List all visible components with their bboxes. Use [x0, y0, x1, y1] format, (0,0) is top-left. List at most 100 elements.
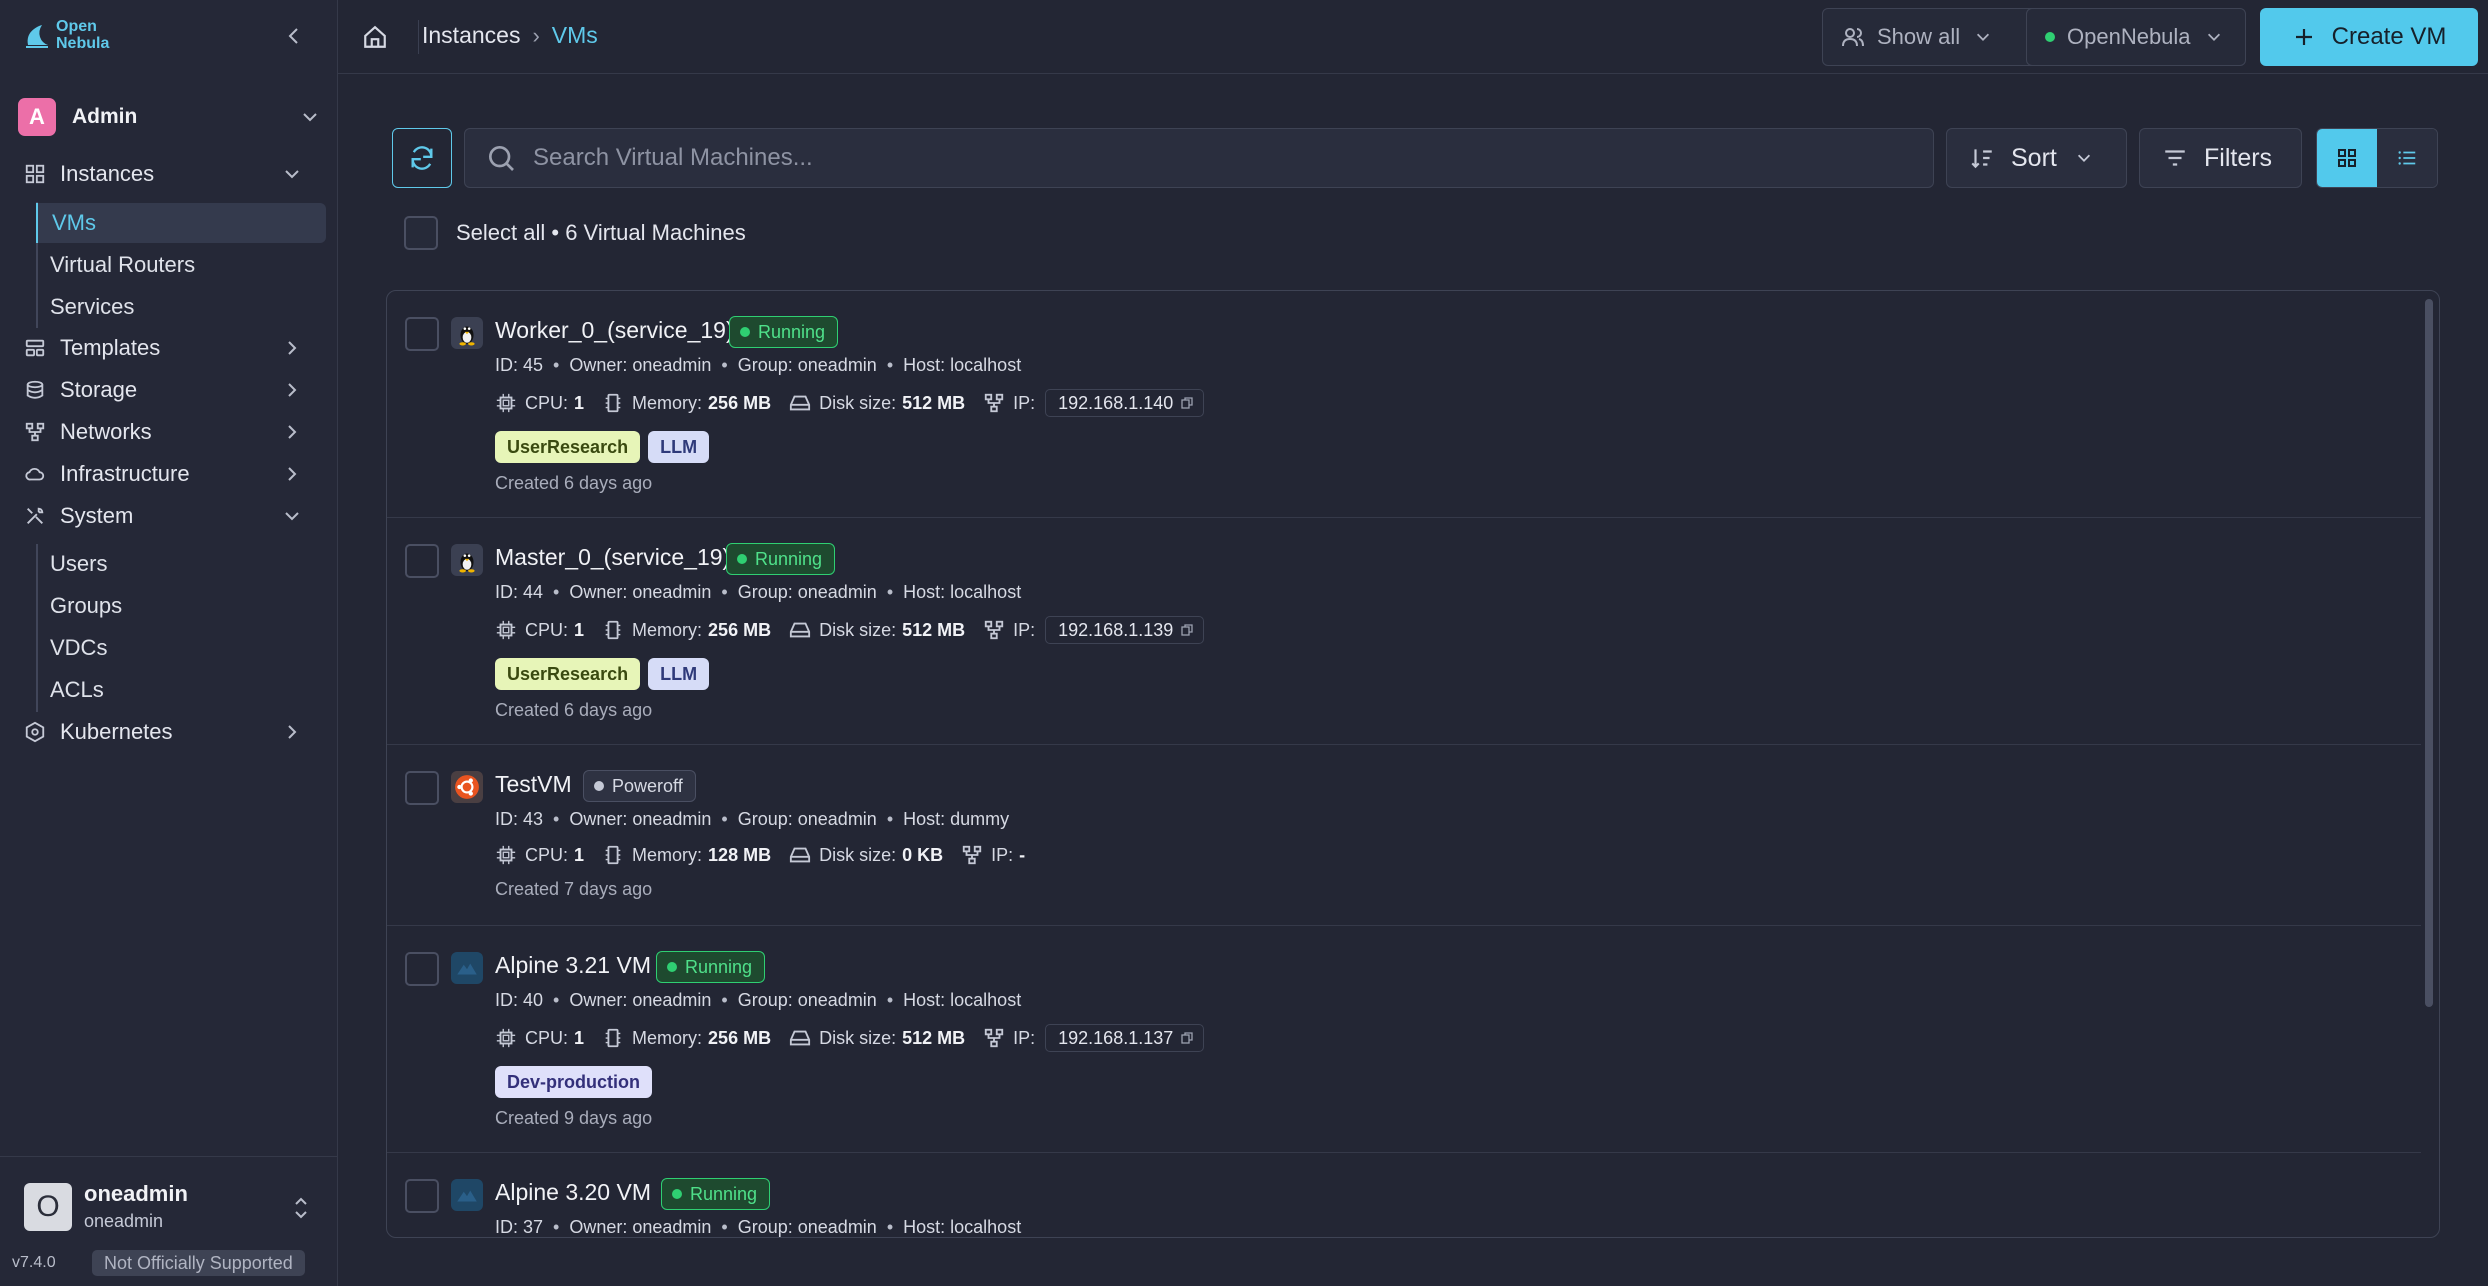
vm-checkbox[interactable]	[405, 771, 439, 805]
nav-infrastructure[interactable]: Infrastructure	[24, 454, 320, 494]
home-button[interactable]	[362, 24, 388, 50]
vm-card[interactable]: Worker_0_(service_19) Running ID: 45 • Ow…	[387, 291, 2421, 518]
vm-name[interactable]: Worker_0_(service_19)	[495, 317, 734, 344]
ip-value: 192.168.1.137	[1058, 1027, 1174, 1048]
nav-kubernetes[interactable]: Kubernetes	[24, 712, 320, 752]
sidebar-item-vms[interactable]: VMs	[36, 203, 326, 243]
memory-label: Memory:	[632, 844, 703, 865]
vm-name[interactable]: Master_0_(service_19)	[495, 544, 730, 571]
cloud-icon	[25, 468, 45, 481]
account-switcher[interactable]: A Admin	[18, 98, 320, 136]
label-chip[interactable]: LLM	[648, 658, 710, 690]
create-vm-label: Create VM	[2331, 23, 2447, 50]
vm-owner: Owner: oneadmin	[569, 809, 712, 829]
filters-label: Filters	[2204, 143, 2273, 172]
vm-host: Host: localhost	[903, 1217, 1022, 1237]
vm-checkbox[interactable]	[405, 1179, 439, 1213]
sidebar-item-vdcs[interactable]: VDCs	[36, 628, 326, 668]
nav-storage[interactable]: Storage	[24, 370, 320, 410]
disk-label: Disk size:	[819, 619, 897, 640]
copy-icon	[1181, 397, 1193, 409]
refresh-icon	[411, 146, 433, 170]
vm-group: Group: oneadmin	[737, 990, 877, 1010]
alpine-icon	[451, 1179, 483, 1211]
sidebar-item-acls[interactable]: ACLs	[36, 670, 326, 710]
collapse-sidebar-button[interactable]	[282, 24, 306, 48]
refresh-button[interactable]	[392, 128, 452, 188]
vm-checkbox[interactable]	[405, 544, 439, 578]
label-chip[interactable]: UserResearch	[495, 431, 641, 463]
vm-name[interactable]: Alpine 3.21 VM	[495, 952, 651, 979]
vm-checkbox[interactable]	[405, 952, 439, 986]
filter-icon	[2165, 150, 2185, 166]
linux-tux-icon	[451, 317, 483, 349]
vm-card[interactable]: TestVM Poweroff ID: 43 • Owner: oneadmin •…	[387, 745, 2421, 926]
label-chip[interactable]: LLM	[648, 431, 710, 463]
create-vm-button[interactable]: Create VM	[2260, 8, 2478, 66]
opennebula-logo[interactable]: Open Nebula	[24, 18, 109, 52]
user-menu[interactable]: O oneadmin oneadmin	[0, 1156, 338, 1252]
status-badge: Running	[726, 543, 836, 575]
vm-group: Group: oneadmin	[737, 582, 877, 602]
sort-button[interactable]: Sort	[1946, 128, 2127, 188]
vm-meta: ID: 37 • Owner: oneadmin • Group: oneadmin…	[495, 1217, 1022, 1237]
memory-chip-icon	[605, 1028, 621, 1048]
ip-label: IP:	[1013, 1027, 1036, 1048]
bullet: •	[886, 1217, 894, 1237]
bullet: •	[886, 582, 894, 602]
bullet: •	[553, 582, 560, 602]
vm-name[interactable]: TestVM	[495, 771, 572, 798]
grid-view-icon	[2338, 149, 2356, 167]
sidebar-item-users[interactable]: Users	[36, 544, 326, 584]
nav-system[interactable]: System	[24, 496, 320, 536]
nav-instances[interactable]: Instances	[24, 154, 320, 194]
linux-tux-icon	[451, 544, 483, 576]
cpu-value: 1	[574, 392, 585, 413]
vm-name[interactable]: Alpine 3.20 VM	[495, 1179, 651, 1206]
grid-view-button[interactable]	[2317, 129, 2377, 187]
vm-list-scrollbar[interactable]	[2425, 299, 2433, 1007]
ip-chip[interactable]: 192.168.1.137	[1045, 1024, 1205, 1052]
nav-networks[interactable]: Networks	[24, 412, 320, 452]
vm-host: Host: localhost	[903, 355, 1022, 375]
vm-card[interactable]: Alpine 3.20 VM Running ID: 37 • Owner: on…	[387, 1153, 2421, 1237]
disk-label: Disk size:	[819, 392, 897, 413]
vm-card[interactable]: Master_0_(service_19) Running ID: 44 • Ow…	[387, 518, 2421, 745]
nav-templates[interactable]: Templates	[24, 328, 320, 368]
ip-chip[interactable]: 192.168.1.139	[1045, 616, 1205, 644]
list-view-button[interactable]	[2377, 129, 2437, 187]
vm-specs: CPU: 1 Memory: 256 MB Disk size: 512 MB IP:…	[495, 1024, 1205, 1052]
label-chip[interactable]: UserResearch	[495, 658, 641, 690]
status-badge: Running	[729, 316, 839, 348]
bullet: •	[721, 355, 728, 375]
ip-chip[interactable]: 192.168.1.140	[1045, 389, 1205, 417]
ip-label: IP:	[1013, 619, 1036, 640]
status-dot	[740, 327, 750, 337]
vm-owner: Owner: oneadmin	[569, 990, 712, 1010]
opennebula-logo-icon	[26, 25, 48, 48]
zone-selector[interactable]: OpenNebula	[2026, 8, 2246, 66]
select-all-checkbox[interactable]	[404, 216, 438, 250]
sidebar-item-virtual-routers[interactable]: Virtual Routers	[36, 245, 326, 285]
breadcrumb-instances[interactable]: Instances	[422, 22, 520, 49]
memory-label: Memory:	[632, 1027, 703, 1048]
status-dot	[737, 554, 747, 564]
version-label: v7.4.0	[12, 1254, 56, 1271]
sidebar-item-services[interactable]: Services	[36, 287, 326, 327]
filters-button[interactable]: Filters	[2139, 128, 2302, 188]
disk-icon	[789, 622, 811, 638]
search-box[interactable]	[464, 128, 1934, 188]
status-text: Running	[755, 548, 823, 569]
chevron-down-icon	[2207, 33, 2220, 41]
user-name: oneadmin	[84, 1181, 188, 1206]
vm-card[interactable]: Alpine 3.21 VM Running ID: 40 • Owner: on…	[387, 926, 2421, 1153]
sidebar-item-groups[interactable]: Groups	[36, 586, 326, 626]
vm-checkbox[interactable]	[405, 317, 439, 351]
label-chip[interactable]: Dev-production	[495, 1066, 652, 1098]
show-all-button[interactable]: Show all	[1822, 8, 2052, 66]
created-time: Created 9 days ago	[495, 1108, 653, 1128]
memory-label: Memory:	[632, 392, 703, 413]
disk-icon	[789, 395, 811, 411]
search-input[interactable]	[531, 143, 1933, 173]
alpine-icon	[451, 952, 483, 984]
